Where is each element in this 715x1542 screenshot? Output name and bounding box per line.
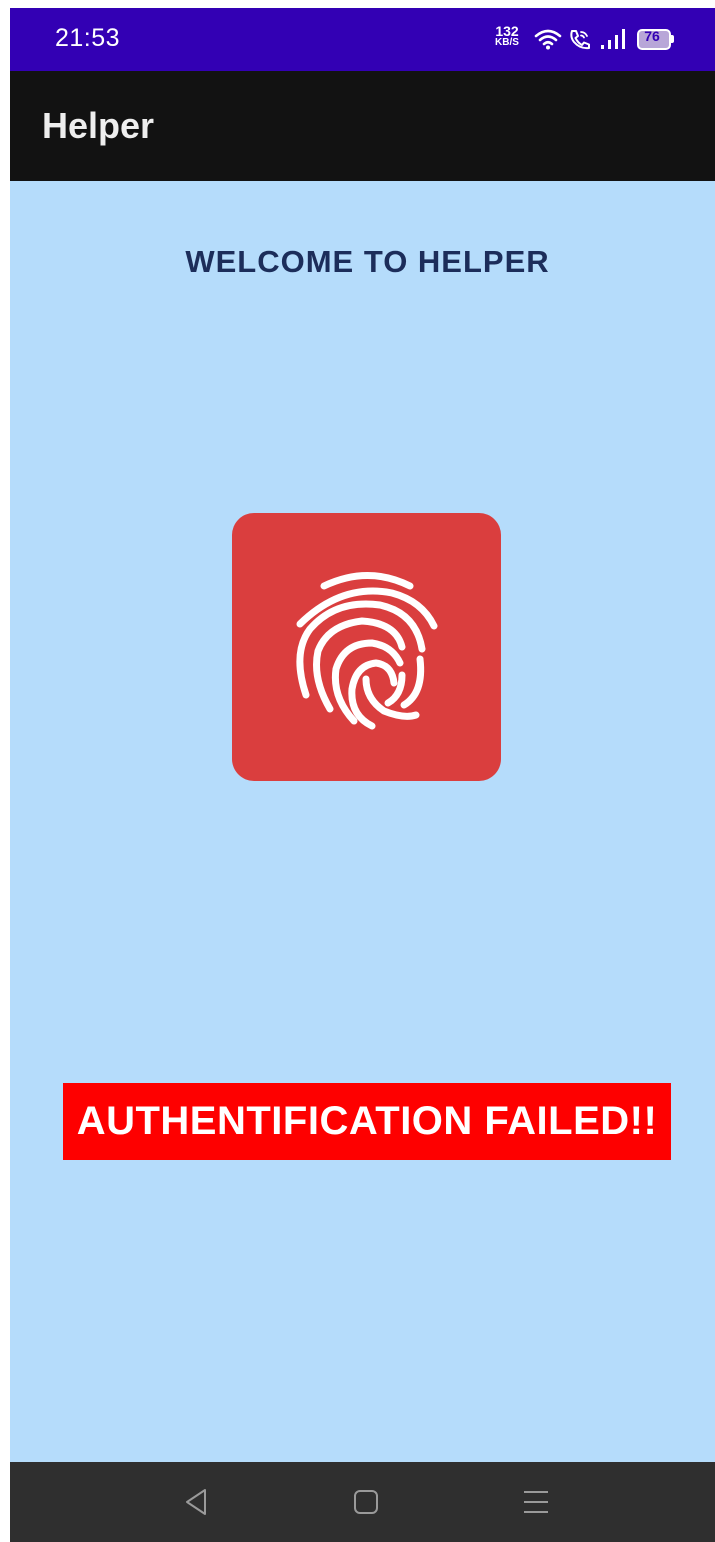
battery-level: 76 — [644, 28, 660, 44]
network-speed-value: 132 — [495, 23, 519, 39]
battery-icon: 76 — [637, 28, 674, 50]
welcome-heading: WELCOME TO HELPER — [185, 244, 550, 279]
status-bar: 21:53 132 KB/S 76 — [10, 8, 715, 71]
network-speed-unit: KB/S — [495, 37, 519, 48]
app-bar: Helper — [10, 71, 715, 181]
home-button[interactable] — [346, 1484, 386, 1520]
back-icon — [186, 1489, 206, 1515]
fingerprint-icon — [296, 572, 438, 730]
wifi-icon — [534, 28, 562, 55]
recents-icon — [524, 1491, 548, 1513]
app-title: Helper — [42, 105, 155, 146]
status-time: 21:53 — [55, 24, 121, 52]
network-speed: 132 KB/S — [492, 23, 522, 48]
back-button[interactable] — [176, 1484, 216, 1520]
navigation-bar — [10, 1462, 715, 1542]
home-icon — [354, 1490, 378, 1514]
signal-icon — [600, 28, 628, 55]
authentication-status-banner: AUTHENTIFICATION FAILED!! — [63, 1083, 671, 1160]
phone-screen: 21:53 132 KB/S 76 Helper WELCOME TO HELP… — [10, 8, 715, 1542]
wifi-call-icon — [568, 28, 592, 55]
fingerprint-button[interactable] — [232, 513, 501, 781]
recents-button[interactable] — [516, 1484, 556, 1520]
